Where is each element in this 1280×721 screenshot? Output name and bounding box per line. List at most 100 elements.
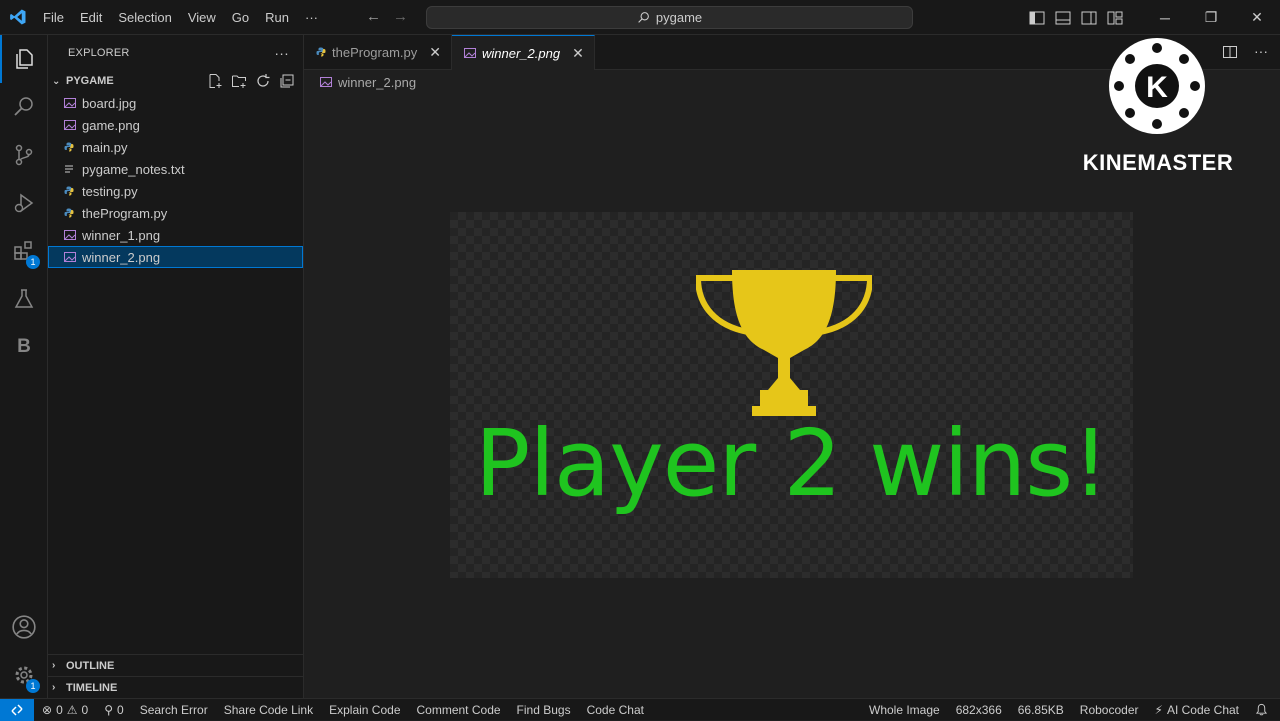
folder-name: PYGAME [66,75,114,87]
image-preview[interactable]: Player 2 wins! [450,212,1133,578]
testing-flask-icon[interactable] [0,275,48,323]
timeline-section[interactable]: › TIMELINE [48,676,303,698]
status-file-size: 66.85KB [1017,702,1064,717]
editor-actions: ··· [1222,44,1268,60]
refresh-icon[interactable] [255,73,271,89]
extensions-icon[interactable]: 1 [0,227,48,275]
account-icon[interactable] [0,603,48,651]
status-comment-code[interactable]: Comment Code [409,703,509,717]
close-window-icon[interactable]: ✕ [1234,9,1280,26]
status-bar: ⊗ 0 ⚠ 0 ⚲ 0 Search Error Share Code Link… [0,698,1280,721]
tab-theprogram-py[interactable]: theProgram.py ✕ [304,35,452,70]
tab-close-icon[interactable]: ✕ [429,44,441,61]
ports-indicator[interactable]: ⚲ 0 [96,703,131,717]
source-control-icon[interactable] [0,131,48,179]
notifications-bell-icon[interactable] [1247,703,1280,716]
warning-icon: ⚠ [66,702,78,717]
explorer-icon[interactable] [0,35,48,83]
image-file-icon [64,252,82,262]
folder-actions [207,73,303,89]
problems-indicator[interactable]: ⊗ 0 ⚠ 0 [34,703,96,717]
python-file-icon [64,142,82,152]
kinemaster-brand: KINEMASTER [1082,150,1234,175]
menu-edit[interactable]: Edit [72,10,110,25]
run-and-debug-icon[interactable] [0,179,48,227]
search-icon[interactable] [0,83,48,131]
image-file-icon [320,77,332,87]
file-name: testing.py [82,183,138,199]
python-file-icon [316,45,326,60]
menu-go[interactable]: Go [224,10,257,25]
timeline-label: TIMELINE [66,681,118,694]
image-file-icon [64,230,82,240]
vscode-logo-icon [0,0,35,35]
command-center-search[interactable]: pygame [426,6,913,29]
menu-selection[interactable]: Selection [110,10,179,25]
account-badge: 1 [26,679,40,693]
file-name: pygame_notes.txt [82,161,185,177]
tab-label: winner_2.png [482,45,561,61]
back-arrow-icon[interactable]: ← [366,8,381,25]
b-extension-icon[interactable]: B [0,323,48,371]
activity-bar: 1 B 1 [0,35,48,698]
warning-count: 0 [81,702,89,717]
ports-icon: ⚲ [104,702,113,717]
window-controls: ─ ❐ ✕ [1024,0,1280,35]
status-share-code-link[interactable]: Share Code Link [216,703,321,717]
error-icon: ⊗ [42,702,53,717]
status-ai-code-chat[interactable]: ⚡ AI Code Chat [1147,703,1247,717]
file-item[interactable]: winner_1.png [48,224,303,246]
file-item[interactable]: pygame_notes.txt [48,158,303,180]
collapse-all-icon[interactable] [279,73,295,89]
file-item[interactable]: main.py [48,136,303,158]
remote-indicator-icon[interactable] [0,698,34,721]
ai-chat-label: AI Code Chat [1166,702,1239,717]
status-robocoder[interactable]: Robocoder [1072,703,1147,717]
status-search-error[interactable]: Search Error [132,703,216,717]
extensions-badge: 1 [26,255,40,269]
menu-file[interactable]: File [35,10,72,25]
manage-gear-icon[interactable]: 1 [0,651,48,699]
tab-close-icon[interactable]: ✕ [572,45,584,62]
toggle-secondary-sidebar-icon[interactable] [1076,11,1102,25]
chevron-right-icon: › [52,660,56,671]
toggle-primary-sidebar-icon[interactable] [1024,11,1050,25]
menu-view[interactable]: View [180,10,224,25]
status-image-size: 682x366 [955,702,1002,717]
customize-layout-icon[interactable] [1102,11,1128,25]
menu-run[interactable]: Run [257,10,297,25]
kinemaster-logo-letter: K [1146,71,1168,104]
minimize-icon[interactable]: ─ [1142,10,1188,26]
toggle-panel-icon[interactable] [1050,11,1076,25]
new-file-icon[interactable] [207,73,223,89]
file-item[interactable]: theProgram.py [48,202,303,224]
chevron-down-icon: ⌄ [52,75,61,87]
file-item[interactable]: game.png [48,114,303,136]
file-item[interactable]: board.jpg [48,92,303,114]
forward-arrow-icon[interactable]: → [393,8,408,25]
file-item[interactable]: testing.py [48,180,303,202]
breadcrumb[interactable]: winner_2.png [320,72,416,92]
explorer-title: EXPLORER [68,46,130,59]
image-file-icon [64,98,82,108]
explorer-more-icon[interactable]: ··· [274,45,289,61]
text-file-icon [64,164,82,174]
status-find-bugs[interactable]: Find Bugs [509,703,579,717]
file-item[interactable]: winner_2.png [48,246,303,268]
split-editor-icon[interactable] [1222,44,1238,60]
breadcrumb-file: winner_2.png [338,74,417,90]
outline-section[interactable]: › OUTLINE [48,654,303,676]
winner-message: Player 2 wins! [474,410,1109,517]
explorer-sidebar: EXPLORER ··· ⌄ PYGAME board.jpg game.png m… [48,35,304,698]
status-explain-code[interactable]: Explain Code [321,703,408,717]
folder-pygame[interactable]: ⌄ PYGAME [48,70,303,92]
menu-more[interactable]: ··· [297,10,326,25]
restore-icon[interactable]: ❐ [1188,9,1234,26]
new-folder-icon[interactable] [231,73,247,89]
menu-bar: File Edit Selection View Go Run ··· [35,10,326,25]
status-right: Whole Image 682x366 66.85KB Robocoder ⚡ … [861,703,1280,717]
tab-winner-2-png[interactable]: winner_2.png ✕ [452,35,595,70]
status-whole-image[interactable]: Whole Image [861,703,948,717]
status-code-chat[interactable]: Code Chat [579,703,652,717]
more-actions-icon[interactable]: ··· [1254,44,1268,60]
